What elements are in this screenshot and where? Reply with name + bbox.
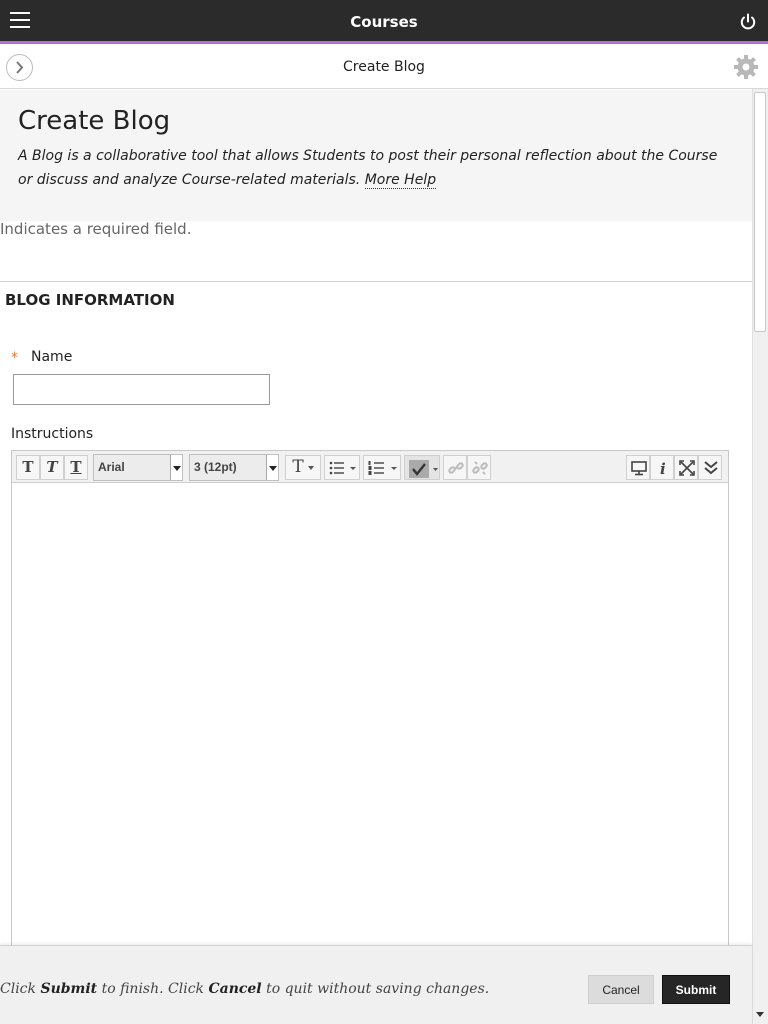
bullet-list-button[interactable] — [324, 455, 360, 480]
font-size-value: 3 (12pt) — [194, 460, 237, 474]
submit-button[interactable]: Submit — [662, 975, 730, 1004]
cancel-button[interactable]: Cancel — [588, 975, 654, 1004]
note-cancel: Cancel — [208, 981, 262, 997]
note-click: Click — [0, 981, 36, 997]
italic-button[interactable]: T — [40, 455, 64, 480]
double-chevron-down-icon[interactable] — [698, 455, 722, 480]
submit-instructions: Click Submit to finish. Click Cancel to … — [0, 981, 489, 997]
fullscreen-icon[interactable] — [674, 455, 698, 480]
text-color-button[interactable]: T — [285, 455, 321, 480]
more-help-link[interactable]: More Help — [364, 172, 437, 189]
chevron-down-icon — [170, 455, 182, 480]
font-family-select[interactable]: Arial — [93, 454, 183, 481]
unlink-icon[interactable] — [467, 455, 491, 480]
page-description: A Blog is a collaborative tool that allo… — [18, 144, 733, 192]
page-intro-panel: Create Blog A Blog is a collaborative to… — [0, 90, 752, 221]
top-navigation-bar: Courses — [0, 0, 768, 44]
power-icon[interactable] — [738, 12, 758, 32]
scroll-down-arrow-icon[interactable] — [756, 1012, 764, 1017]
page-header-title: Create Blog — [343, 59, 425, 75]
note-mid: to finish. Click — [101, 981, 205, 997]
name-input[interactable] — [13, 374, 270, 405]
font-family-value: Arial — [98, 460, 125, 474]
svg-text:i: i — [660, 460, 666, 476]
scrollbar-thumb[interactable] — [754, 92, 766, 332]
page-header-bar: Create Blog — [0, 47, 768, 89]
gear-icon[interactable] — [732, 53, 760, 81]
bold-button[interactable]: T — [16, 455, 40, 480]
required-field-note: Indicates a required field. — [0, 220, 192, 238]
info-icon[interactable]: i — [650, 455, 674, 480]
text-color-label: T — [292, 457, 304, 477]
dropdown-caret-icon — [307, 465, 314, 470]
font-size-select[interactable]: 3 (12pt) — [189, 454, 279, 481]
note-submit: Submit — [40, 981, 98, 997]
name-label: Name — [31, 349, 73, 365]
chevron-down-icon — [266, 455, 278, 480]
link-icon[interactable] — [443, 455, 467, 480]
page-title: Create Blog — [18, 106, 171, 136]
form-footer: Click Submit to finish. Click Cancel to … — [0, 945, 752, 1024]
numbered-list-button[interactable] — [363, 455, 401, 480]
note-end: to quit without saving changes. — [266, 981, 490, 997]
instructions-editor[interactable]: T T T Arial 3 (12pt) T i — [11, 450, 729, 950]
required-marker: * — [11, 350, 18, 366]
editor-toolbar: T T T Arial 3 (12pt) T i — [12, 451, 728, 483]
preview-icon[interactable] — [626, 455, 650, 480]
underline-button[interactable]: T — [64, 455, 88, 480]
spellcheck-button[interactable] — [404, 455, 440, 480]
app-title: Courses — [350, 13, 418, 31]
section-title: BLOG INFORMATION — [5, 291, 175, 309]
instructions-label: Instructions — [11, 426, 94, 442]
section-divider — [0, 281, 752, 282]
